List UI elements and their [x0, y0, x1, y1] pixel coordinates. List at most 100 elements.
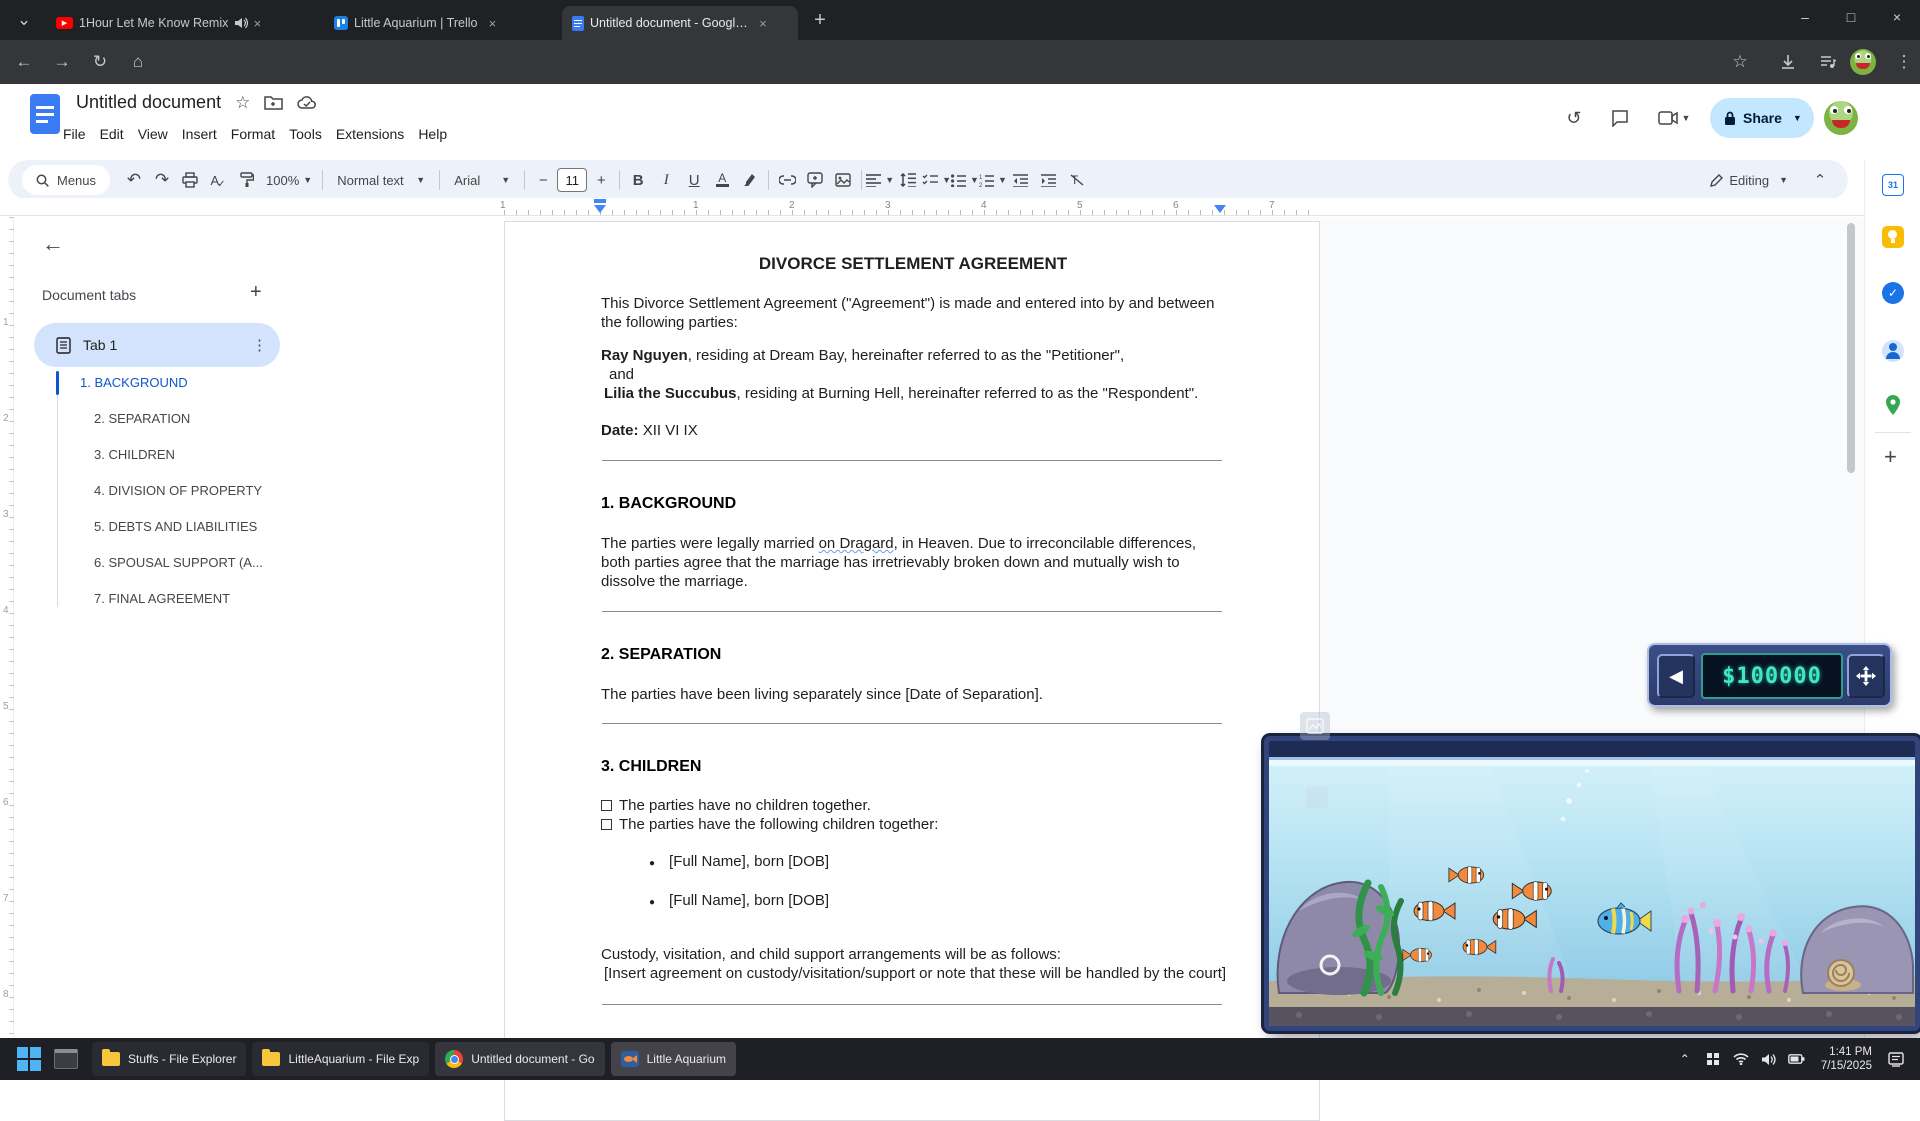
spellcheck-icon[interactable]: A✓: [204, 166, 232, 194]
start-button[interactable]: [14, 1044, 44, 1074]
highlight-color-icon[interactable]: [736, 166, 764, 194]
right-indent-marker[interactable]: [1214, 205, 1226, 213]
outline-item-separation[interactable]: 2. SEPARATION: [94, 411, 190, 426]
increase-indent-icon[interactable]: [1035, 166, 1063, 194]
reload-icon[interactable]: ↻: [84, 46, 116, 78]
zoom-select[interactable]: 100%▼: [260, 173, 318, 188]
tasks-icon[interactable]: ✓: [1882, 282, 1904, 304]
italic-icon[interactable]: I: [652, 166, 680, 194]
new-tab-icon[interactable]: +: [804, 4, 836, 36]
checkbox-icon[interactable]: [601, 819, 612, 830]
video-call-icon[interactable]: ▼: [1648, 100, 1700, 136]
browser-menu-icon[interactable]: ⋮: [1888, 46, 1920, 78]
taskbar-button-littleaquarium-explorer[interactable]: LittleAquarium - File Exp: [252, 1042, 429, 1076]
text-color-icon[interactable]: A: [708, 166, 736, 194]
bulleted-list-icon[interactable]: ▼: [951, 174, 979, 187]
first-line-indent-marker[interactable]: [594, 199, 606, 203]
tray-expand-icon[interactable]: ⌃: [1673, 1047, 1697, 1071]
browser-tab-trello[interactable]: Little Aquarium | Trello ×: [324, 6, 558, 40]
wifi-icon[interactable]: [1729, 1047, 1753, 1071]
widget-collapse-button[interactable]: ◀: [1657, 654, 1695, 698]
back-icon[interactable]: ←: [8, 46, 40, 78]
add-tab-icon[interactable]: +: [250, 281, 262, 304]
close-panel-back-icon[interactable]: ←: [42, 231, 64, 257]
window-maximize-icon[interactable]: □: [1828, 0, 1874, 34]
menu-view[interactable]: View: [131, 124, 175, 144]
clear-formatting-icon[interactable]: T: [1063, 166, 1091, 194]
taskbar-button-chrome-docs[interactable]: Untitled document - Go: [435, 1042, 604, 1076]
taskbar-button-little-aquarium[interactable]: Little Aquarium: [611, 1042, 736, 1076]
align-select[interactable]: ▼: [866, 174, 894, 187]
aquarium-money-widget[interactable]: ◀ $100000: [1647, 643, 1892, 707]
add-comment-icon[interactable]: [801, 166, 829, 194]
font-family-select[interactable]: Arial▼: [444, 173, 520, 188]
star-document-icon[interactable]: ☆: [235, 93, 250, 113]
tab-close-icon[interactable]: ×: [248, 14, 266, 32]
battery-icon[interactable]: [1785, 1047, 1809, 1071]
playlist-extension-icon[interactable]: [1812, 46, 1844, 78]
version-history-icon[interactable]: ↺: [1556, 100, 1592, 136]
tab-options-icon[interactable]: ⋮: [252, 336, 268, 354]
tab-close-icon[interactable]: ×: [754, 14, 772, 32]
share-dropdown-icon[interactable]: ▼: [1793, 113, 1802, 123]
contacts-icon[interactable]: [1882, 340, 1904, 362]
add-addon-icon[interactable]: +: [1884, 444, 1897, 470]
outline-item-final[interactable]: 7. FINAL AGREEMENT: [94, 591, 230, 606]
menu-file[interactable]: File: [56, 124, 93, 144]
numbered-list-icon[interactable]: 12▼: [979, 174, 1007, 187]
menu-insert[interactable]: Insert: [175, 124, 224, 144]
left-indent-marker[interactable]: [594, 205, 606, 213]
paragraph-style-select[interactable]: Normal text▼: [327, 173, 435, 188]
desktop-window-icon[interactable]: [54, 1049, 78, 1069]
checkbox-icon[interactable]: [601, 800, 612, 811]
comments-icon[interactable]: [1602, 100, 1638, 136]
insert-link-icon[interactable]: [773, 166, 801, 194]
document-page[interactable]: DIVORCE SETTLEMENT AGREEMENT This Divorc…: [504, 221, 1320, 1121]
calendar-icon[interactable]: 31: [1882, 174, 1904, 196]
keep-icon[interactable]: [1882, 226, 1904, 248]
widget-move-button[interactable]: [1847, 654, 1885, 698]
increase-font-size-icon[interactable]: +: [587, 166, 615, 194]
bookmark-star-icon[interactable]: ☆: [1724, 46, 1756, 78]
menu-tools[interactable]: Tools: [282, 124, 329, 144]
maps-icon[interactable]: [1882, 394, 1904, 416]
document-title[interactable]: Untitled document: [76, 92, 221, 113]
underline-icon[interactable]: U: [680, 166, 708, 194]
line-spacing-icon[interactable]: [894, 166, 922, 194]
menu-help[interactable]: Help: [411, 124, 454, 144]
move-to-folder-icon[interactable]: [264, 95, 283, 110]
outline-item-background[interactable]: 1. BACKGROUND: [80, 375, 188, 390]
outline-item-children[interactable]: 3. CHILDREN: [94, 447, 175, 462]
outline-item-debts[interactable]: 5. DEBTS AND LIABILITIES: [94, 519, 257, 534]
window-close-icon[interactable]: ×: [1874, 0, 1920, 34]
document-tab-item[interactable]: Tab 1 ⋮: [34, 323, 280, 367]
overlay-ghost-handle[interactable]: [1306, 786, 1328, 808]
paint-format-icon[interactable]: [232, 166, 260, 194]
decrease-indent-icon[interactable]: [1007, 166, 1035, 194]
overlay-ghost-handle[interactable]: [1300, 712, 1330, 740]
tab-search-icon[interactable]: ⌄: [8, 4, 40, 36]
tray-app-icon[interactable]: [1701, 1047, 1725, 1071]
audio-playing-icon[interactable]: [234, 17, 248, 29]
forward-icon[interactable]: →: [46, 46, 78, 78]
insert-image-icon[interactable]: [829, 166, 857, 194]
redo-icon[interactable]: ↷: [148, 166, 176, 194]
share-button[interactable]: Share ▼: [1710, 98, 1814, 138]
volume-icon[interactable]: [1757, 1047, 1781, 1071]
little-aquarium-window[interactable]: [1264, 736, 1920, 1031]
outline-item-property[interactable]: 4. DIVISION OF PROPERTY: [94, 483, 262, 498]
editing-mode-select[interactable]: Editing ▼: [1700, 173, 1798, 188]
profile-avatar-frog[interactable]: [1850, 49, 1876, 75]
menus-search-button[interactable]: Menus: [22, 165, 110, 195]
window-minimize-icon[interactable]: –: [1782, 0, 1828, 34]
undo-icon[interactable]: ↶: [120, 166, 148, 194]
download-icon[interactable]: [1772, 46, 1804, 78]
font-size-input[interactable]: 11: [557, 168, 587, 192]
home-icon[interactable]: ⌂: [122, 46, 154, 78]
tab-close-icon[interactable]: ×: [483, 14, 501, 32]
menu-extensions[interactable]: Extensions: [329, 124, 411, 144]
decrease-font-size-icon[interactable]: −: [529, 166, 557, 194]
tray-clock[interactable]: 1:41 PM 7/15/2025: [1821, 1045, 1872, 1073]
browser-tab-youtube[interactable]: ▶ 1Hour Let Me Know Remix ×: [46, 6, 318, 40]
taskbar-button-stuffs-explorer[interactable]: Stuffs - File Explorer: [92, 1042, 246, 1076]
